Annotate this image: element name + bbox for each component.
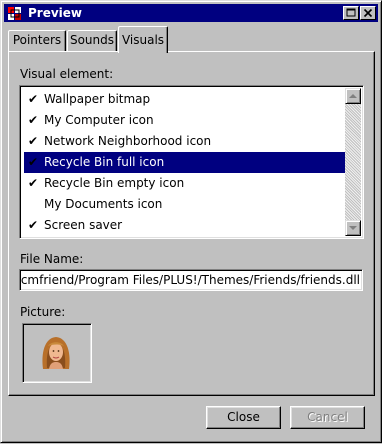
arrow-down-icon (349, 226, 357, 230)
list-item[interactable]: ✔ Screen saver (24, 215, 346, 236)
file-name-value: ds/cmfriend/Program Files/PLUS!/Themes/F… (19, 273, 360, 287)
check-icon[interactable]: ✔ (26, 110, 40, 131)
list-item[interactable]: My Documents icon (24, 194, 346, 215)
file-name-field[interactable]: ds/cmfriend/Program Files/PLUS!/Themes/F… (19, 269, 363, 291)
list-item[interactable]: ✔ Network Neighborhood icon (24, 131, 346, 152)
visual-element-label: Visual element: (20, 67, 114, 81)
list-item[interactable]: ✔ Recycle Bin empty icon (24, 173, 346, 194)
vertical-scrollbar[interactable] (345, 88, 361, 236)
preview-window: Preview Pointers Sounds Visuals Visual e… (0, 0, 382, 443)
check-icon[interactable]: ✔ (26, 173, 40, 194)
file-name-label: File Name: (20, 252, 84, 266)
check-icon[interactable]: ✔ (26, 152, 40, 173)
picture-preview (22, 323, 92, 383)
check-icon[interactable]: ✔ (26, 89, 40, 110)
scroll-track[interactable] (345, 104, 361, 220)
scroll-down-button[interactable] (345, 220, 361, 236)
list-item-selected[interactable]: ✔ Recycle Bin full icon (24, 152, 346, 173)
picture-label: Picture: (20, 305, 66, 319)
portrait-icon (42, 337, 70, 369)
list-item[interactable]: ✔ Wallpaper bitmap (24, 89, 346, 110)
check-icon[interactable]: ✔ (26, 131, 40, 152)
scroll-up-button[interactable] (345, 88, 361, 104)
check-icon[interactable]: ✔ (26, 215, 40, 236)
list-item[interactable]: ✔ My Computer icon (24, 110, 346, 131)
visual-element-list[interactable]: ✔ Wallpaper bitmap ✔ My Computer icon ✔ … (19, 85, 364, 239)
arrow-up-icon (349, 94, 357, 98)
